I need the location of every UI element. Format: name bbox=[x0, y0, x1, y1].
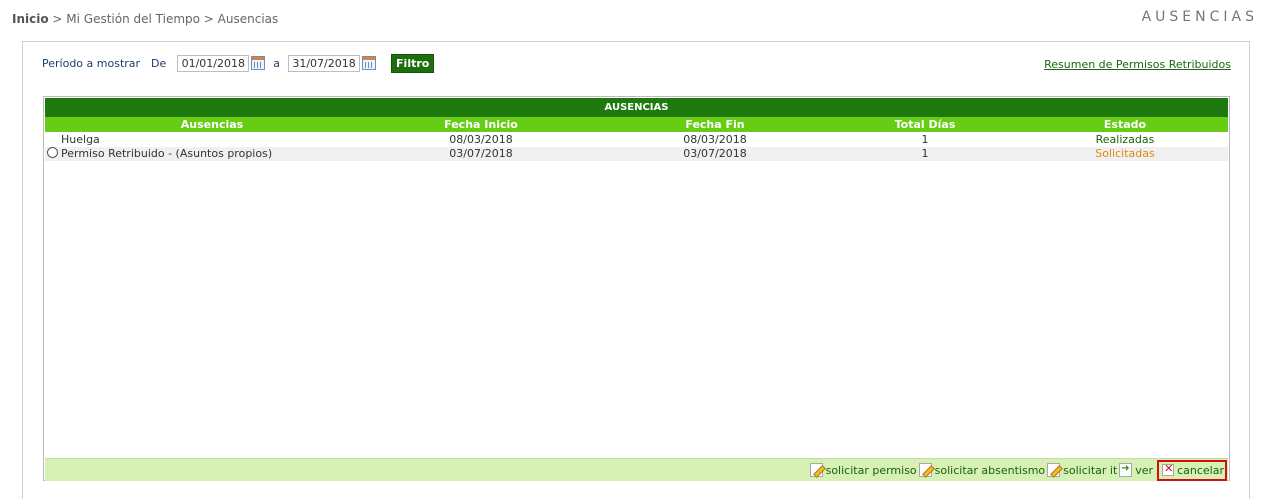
cell-total-dias: 1 bbox=[921, 147, 929, 160]
row-select-radio[interactable] bbox=[47, 147, 58, 158]
pencil-icon bbox=[1047, 463, 1061, 477]
header-estado: Estado bbox=[1103, 118, 1147, 131]
cell-fecha-fin: 08/03/2018 bbox=[683, 133, 747, 146]
filter-row: Período a mostrar De a Filtro bbox=[42, 53, 435, 73]
cell-estado: Realizadas bbox=[1095, 133, 1155, 146]
filter-button[interactable]: Filtro bbox=[391, 53, 435, 73]
table-caption: AUSENCIAS bbox=[45, 98, 1228, 117]
pencil-icon bbox=[918, 463, 932, 477]
header-total-dias: Total Días bbox=[894, 118, 956, 131]
pencil-icon bbox=[809, 463, 823, 477]
page-title: AUSENCIAS bbox=[1141, 9, 1258, 25]
from-date-input[interactable] bbox=[177, 54, 250, 72]
cell-fecha-fin: 03/07/2018 bbox=[683, 147, 747, 160]
cell-estado: Solicitadas bbox=[1095, 147, 1155, 160]
cell-fecha-inicio: 08/03/2018 bbox=[449, 133, 513, 146]
solicitar-it-label: solicitar it bbox=[1063, 463, 1118, 477]
solicitar-it-button[interactable]: solicitar it bbox=[1047, 463, 1117, 477]
ver-button[interactable]: ver bbox=[1119, 463, 1153, 477]
breadcrumb: Inicio > Mi Gestión del Tiempo > Ausenci… bbox=[12, 12, 278, 26]
from-label: De bbox=[151, 56, 167, 70]
cell-fecha-inicio: 03/07/2018 bbox=[449, 147, 513, 160]
table-row: Huelga 08/03/2018 08/03/2018 1 Realizada… bbox=[45, 133, 1228, 147]
breadcrumb-path: > Mi Gestión del Tiempo > Ausencias bbox=[48, 12, 279, 26]
cell-total-dias: 1 bbox=[921, 133, 929, 146]
to-date-input[interactable] bbox=[288, 54, 361, 72]
action-bar: solicitar permiso solicitar absentismo s… bbox=[45, 458, 1228, 481]
cancelar-label: cancelar bbox=[1177, 463, 1224, 477]
cancelar-button[interactable]: cancelar bbox=[1157, 459, 1227, 481]
header-fecha-inicio: Fecha Inicio bbox=[444, 118, 518, 131]
header-fecha-fin: Fecha Fin bbox=[685, 118, 745, 131]
header-ausencias: Ausencias bbox=[180, 118, 244, 131]
arrow-right-icon bbox=[1119, 463, 1133, 477]
period-label: Período a mostrar bbox=[42, 56, 141, 70]
solicitar-absentismo-label: solicitar absentismo bbox=[934, 463, 1046, 477]
breadcrumb-home-link[interactable]: Inicio bbox=[12, 12, 49, 26]
paid-leave-summary-link[interactable]: Resumen de Permisos Retribuidos bbox=[1044, 58, 1231, 71]
solicitar-permiso-label: solicitar permiso bbox=[825, 463, 917, 477]
absences-table: AUSENCIAS Ausencias Fecha Inicio Fecha F… bbox=[43, 96, 1230, 481]
calendar-icon[interactable] bbox=[362, 56, 377, 70]
table-row[interactable]: Permiso Retribuido - (Asuntos propios) 0… bbox=[45, 147, 1228, 161]
table-header: Ausencias Fecha Inicio Fecha Fin Total D… bbox=[45, 117, 1228, 132]
calendar-icon[interactable] bbox=[251, 56, 266, 70]
close-icon bbox=[1162, 462, 1175, 476]
cell-ausencia: Permiso Retribuido - (Asuntos propios) bbox=[61, 147, 273, 160]
cell-ausencia: Huelga bbox=[61, 133, 100, 146]
to-label: a bbox=[273, 56, 281, 70]
solicitar-permiso-button[interactable]: solicitar permiso bbox=[809, 463, 917, 477]
action-group: solicitar permiso solicitar absentismo s… bbox=[808, 459, 1227, 481]
ver-label: ver bbox=[1135, 463, 1154, 477]
solicitar-absentismo-button[interactable]: solicitar absentismo bbox=[918, 463, 1046, 477]
